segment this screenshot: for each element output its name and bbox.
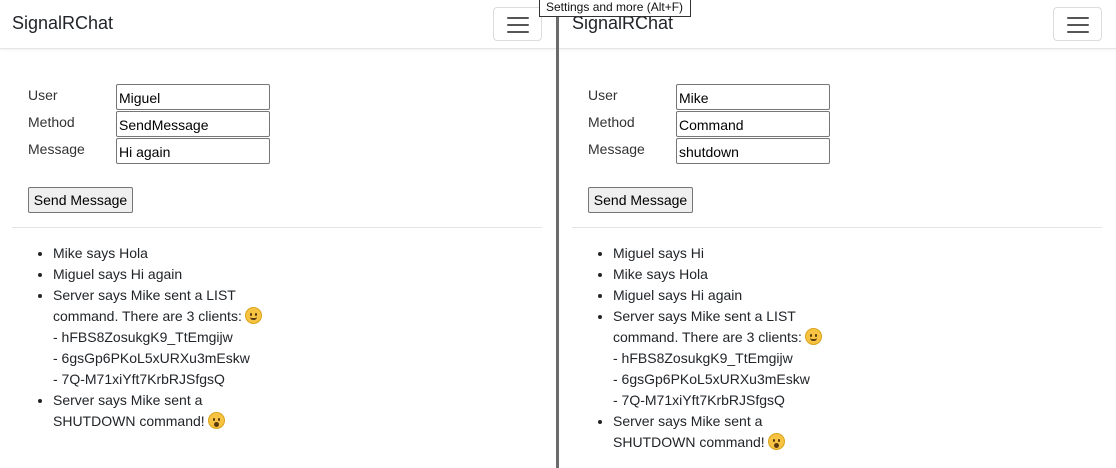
shocked-emoji xyxy=(767,433,785,450)
user-input[interactable] xyxy=(116,84,270,110)
message-item: Mike says Hola xyxy=(53,243,283,264)
message-text: Miguel says Hi again xyxy=(613,287,743,303)
user-row: User xyxy=(588,84,888,111)
messages-list: Mike says Hola Miguel says Hi again Server… xyxy=(53,243,283,432)
message-input[interactable] xyxy=(116,138,270,164)
message-text: Server says Mike sent a LIST command. Th… xyxy=(53,287,242,324)
method-row: Method xyxy=(28,111,328,138)
message-input[interactable] xyxy=(676,138,830,164)
message-text: Server says Mike sent a SHUTDOWN command… xyxy=(613,413,765,450)
message-text: Server says Mike sent a SHUTDOWN command… xyxy=(53,392,205,429)
divider-line xyxy=(12,227,542,228)
hamburger-icon xyxy=(1067,16,1089,33)
navbar-toggler-button[interactable] xyxy=(1053,7,1102,41)
user-input[interactable] xyxy=(676,84,830,110)
message-item: Miguel says Hi again xyxy=(613,285,843,306)
message-text: Mike says Hola xyxy=(613,266,708,282)
right-browser-window: SignalRChat User Method Message Send Mes… xyxy=(559,0,1116,468)
message-text: Miguel says Hi xyxy=(613,245,705,261)
smile-emoji xyxy=(244,307,262,324)
method-label: Method xyxy=(28,114,75,130)
navbar: SignalRChat xyxy=(0,0,557,49)
messages-list: Miguel says Hi Mike says Hola Miguel says … xyxy=(613,243,843,453)
client-id: - 6gsGp6PKoL5xURXu3mEskw xyxy=(53,350,250,366)
method-input[interactable] xyxy=(676,111,830,137)
method-label: Method xyxy=(588,114,635,130)
message-item: Server says Mike sent a LIST command. Th… xyxy=(53,285,283,390)
settings-tooltip: Settings and more (Alt+F) xyxy=(539,0,691,17)
send-message-button[interactable]: Send Message xyxy=(28,187,133,213)
shocked-emoji xyxy=(207,412,225,429)
client-id: - hFBS8ZosukgK9_TtEmgijw xyxy=(613,350,793,366)
message-label: Message xyxy=(588,141,645,157)
message-text: Server says Mike sent a LIST command. Th… xyxy=(613,308,802,345)
message-item: Miguel says Hi xyxy=(613,243,843,264)
method-row: Method xyxy=(588,111,888,138)
navbar-toggler-button[interactable] xyxy=(493,7,542,41)
message-label: Message xyxy=(28,141,85,157)
divider-line xyxy=(572,227,1102,228)
message-item: Mike says Hola xyxy=(613,264,843,285)
send-message-button[interactable]: Send Message xyxy=(588,187,693,213)
client-id: - 6gsGp6PKoL5xURXu3mEskw xyxy=(613,371,810,387)
message-item: Server says Mike sent a LIST command. Th… xyxy=(613,306,843,411)
brand-link[interactable]: SignalRChat xyxy=(12,13,113,34)
user-label: User xyxy=(588,87,618,103)
user-row: User xyxy=(28,84,328,111)
user-label: User xyxy=(28,87,58,103)
left-browser-window: SignalRChat User Method Message Send Mes… xyxy=(0,0,557,468)
client-id: - 7Q-M71xiYft7KrbRJSfgsQ xyxy=(613,392,785,408)
message-item: Server says Mike sent a SHUTDOWN command… xyxy=(53,390,283,432)
client-id: - 7Q-M71xiYft7KrbRJSfgsQ xyxy=(53,371,225,387)
method-input[interactable] xyxy=(116,111,270,137)
message-text: Mike says Hola xyxy=(53,245,148,261)
hamburger-icon xyxy=(507,16,529,33)
client-id: - hFBS8ZosukgK9_TtEmgijw xyxy=(53,329,233,345)
message-row: Message xyxy=(588,138,888,165)
message-item: Miguel says Hi again xyxy=(53,264,283,285)
smile-emoji xyxy=(804,328,822,345)
message-text: Miguel says Hi again xyxy=(53,266,183,282)
message-item: Server says Mike sent a SHUTDOWN command… xyxy=(613,411,843,453)
message-row: Message xyxy=(28,138,328,165)
